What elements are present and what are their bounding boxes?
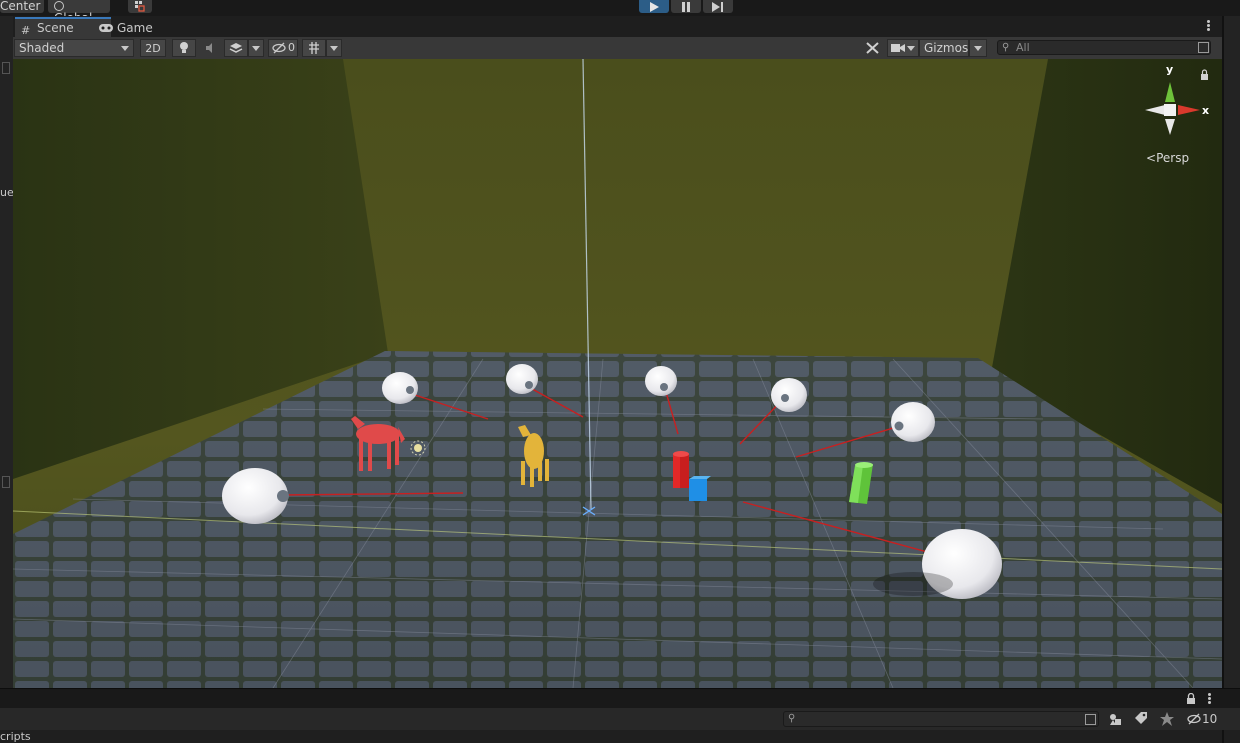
tab-game-label: Game xyxy=(117,21,153,35)
lock-icon[interactable] xyxy=(1186,693,1196,704)
effects-toggle[interactable] xyxy=(224,39,248,57)
tab-scene-label: Scene xyxy=(37,21,74,35)
folder-item-label[interactable]: cripts xyxy=(0,731,31,743)
scene-render xyxy=(13,59,1222,688)
lighting-toggle[interactable] xyxy=(172,39,196,57)
chevron-down-icon xyxy=(252,46,260,51)
grid-dropdown[interactable] xyxy=(326,39,342,57)
tools-button[interactable] xyxy=(861,39,885,57)
filter-by-type-icon[interactable] xyxy=(1108,712,1122,726)
chevron-left-icon: < xyxy=(1146,151,1157,165)
panel-handle[interactable] xyxy=(2,476,10,488)
project-folder-list: cripts xyxy=(0,730,1240,743)
chevron-down-icon xyxy=(974,46,982,51)
hidden-count: 0 xyxy=(288,41,295,54)
gizmos-label: Gizmos xyxy=(924,41,969,55)
scene-visibility-toggle[interactable]: 0 xyxy=(268,39,298,57)
project-search-field[interactable]: ⚲ xyxy=(783,711,1099,727)
gizmos-dropdown[interactable] xyxy=(969,39,987,57)
camera-settings-dropdown[interactable] xyxy=(887,39,919,57)
scene-search-field[interactable]: ⚲ All xyxy=(997,40,1211,55)
hidden-eye-icon xyxy=(272,42,286,54)
hidden-eye-icon[interactable] xyxy=(1186,713,1202,725)
pause-button[interactable] xyxy=(671,0,701,13)
left-panel-partial-label: ue xyxy=(0,186,14,199)
scene-viewport[interactable]: y x <Persp xyxy=(13,59,1222,688)
lightbulb-icon xyxy=(180,42,188,53)
project-toolbar: ⚲ 10 xyxy=(0,708,1240,730)
more-options-icon[interactable] xyxy=(1206,692,1212,705)
tab-game[interactable]: Game xyxy=(95,19,183,37)
grid-snapping-button[interactable] xyxy=(128,0,152,13)
play-icon xyxy=(650,1,659,12)
step-button[interactable] xyxy=(703,0,733,13)
layers-icon xyxy=(229,43,243,53)
projection-label: Persp xyxy=(1156,151,1190,165)
hidden-packages-count: 10 xyxy=(1202,712,1218,726)
right-panel-edge xyxy=(1222,16,1240,688)
2d-mode-label: 2D xyxy=(145,42,161,55)
snap-grid-icon xyxy=(135,1,145,12)
chevron-down-icon xyxy=(121,46,129,51)
grid-toggle[interactable] xyxy=(302,39,326,57)
audio-toggle[interactable] xyxy=(198,39,222,57)
effects-dropdown[interactable] xyxy=(248,39,264,57)
gamepad-icon xyxy=(99,24,113,32)
red-cylinder xyxy=(673,451,689,488)
pivot-rotation-toggle[interactable]: Global xyxy=(48,0,110,24)
scene-view-toolbar: Shaded 2D 0 Gizmos ⚲ All xyxy=(13,37,1222,60)
panel-handle[interactable] xyxy=(2,62,10,74)
draw-mode-label: Shaded xyxy=(19,41,65,55)
scene-search-placeholder: All xyxy=(1016,41,1030,54)
more-options-icon[interactable] xyxy=(1203,19,1213,33)
filter-by-label-icon[interactable] xyxy=(1134,712,1148,726)
pivot-mode-toggle[interactable]: Center xyxy=(0,0,44,13)
globe-icon xyxy=(54,1,64,11)
bottom-panel-header xyxy=(0,688,1240,709)
search-filter-icon xyxy=(1198,42,1209,53)
tools-icon xyxy=(866,42,879,54)
main-toolbar: Center Global xyxy=(0,0,1240,24)
draw-mode-dropdown[interactable]: Shaded xyxy=(14,39,134,57)
search-icon: ⚲ xyxy=(788,713,796,724)
2d-mode-toggle[interactable]: 2D xyxy=(140,39,166,57)
chevron-down-icon xyxy=(907,46,915,51)
view-tab-bar: # Scene Game xyxy=(13,16,1222,37)
favorite-star-icon[interactable] xyxy=(1160,712,1174,726)
grid-icon xyxy=(309,42,319,54)
projection-toggle[interactable]: <Persp xyxy=(1146,151,1189,165)
play-button[interactable] xyxy=(639,0,669,13)
chevron-down-icon xyxy=(330,46,338,51)
left-panel-edge: ue xyxy=(0,16,14,688)
search-icon: ⚲ xyxy=(1002,42,1010,53)
gizmo-x-label: x xyxy=(1202,104,1210,117)
speaker-icon xyxy=(206,43,212,53)
gizmos-button[interactable]: Gizmos xyxy=(919,39,969,57)
search-filter-icon xyxy=(1085,714,1096,725)
gizmo-y-label: y xyxy=(1166,63,1174,76)
camera-icon xyxy=(891,44,905,52)
pause-icon xyxy=(682,1,690,12)
pivot-mode-label: Center xyxy=(0,0,41,13)
step-icon xyxy=(712,1,723,12)
